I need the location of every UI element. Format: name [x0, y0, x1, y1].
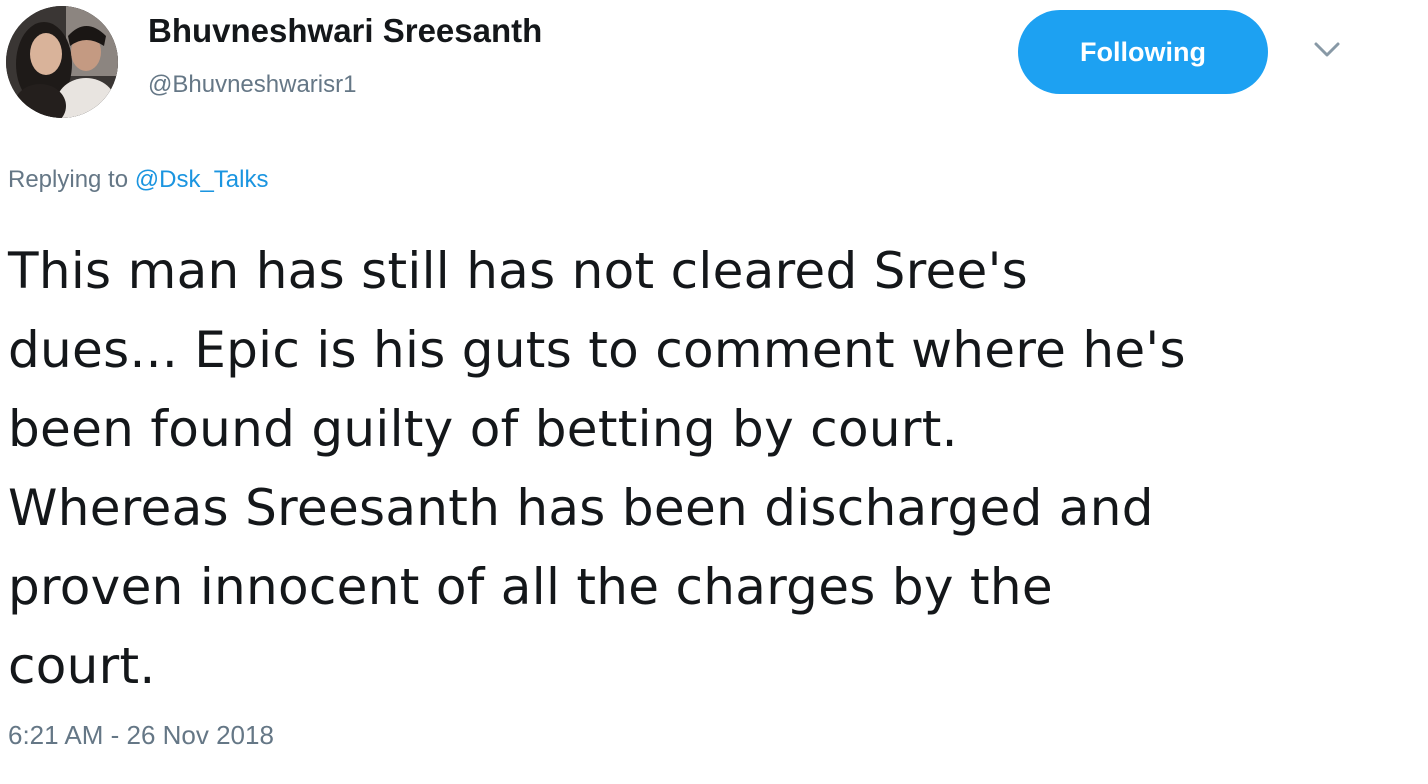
- replying-to-label: Replying to: [8, 166, 129, 193]
- tweet-text-line: proven innocent of all the charges by th…: [8, 558, 1053, 616]
- chevron-down-icon[interactable]: [1310, 38, 1344, 62]
- tweet-timestamp[interactable]: 6:21 AM - 26 Nov 2018: [8, 720, 274, 751]
- author-handle[interactable]: @Bhuvneshwarisr1: [148, 71, 356, 99]
- tweet-text-line: dues... Epic is his guts to comment wher…: [8, 321, 1186, 379]
- tweet-card: Bhuvneshwari Sreesanth @Bhuvneshwarisr1 …: [0, 0, 1428, 784]
- following-button[interactable]: Following: [1018, 10, 1268, 94]
- tweet-text-line: Whereas Sreesanth has been discharged an…: [8, 479, 1154, 537]
- tweet-text: This man has still has not cleared Sree'…: [8, 232, 1408, 706]
- tweet-text-line: This man has still has not cleared Sree'…: [8, 242, 1028, 300]
- tweet-text-line: court.: [8, 637, 156, 695]
- profile-photo-icon: [6, 6, 118, 118]
- avatar[interactable]: [6, 6, 118, 118]
- tweet-text-line: been found guilty of betting by court.: [8, 400, 958, 458]
- reply-mention-link[interactable]: @Dsk_Talks: [135, 166, 269, 193]
- author-name[interactable]: Bhuvneshwari Sreesanth: [148, 12, 542, 50]
- replying-to: Replying to @Dsk_Talks: [8, 166, 268, 194]
